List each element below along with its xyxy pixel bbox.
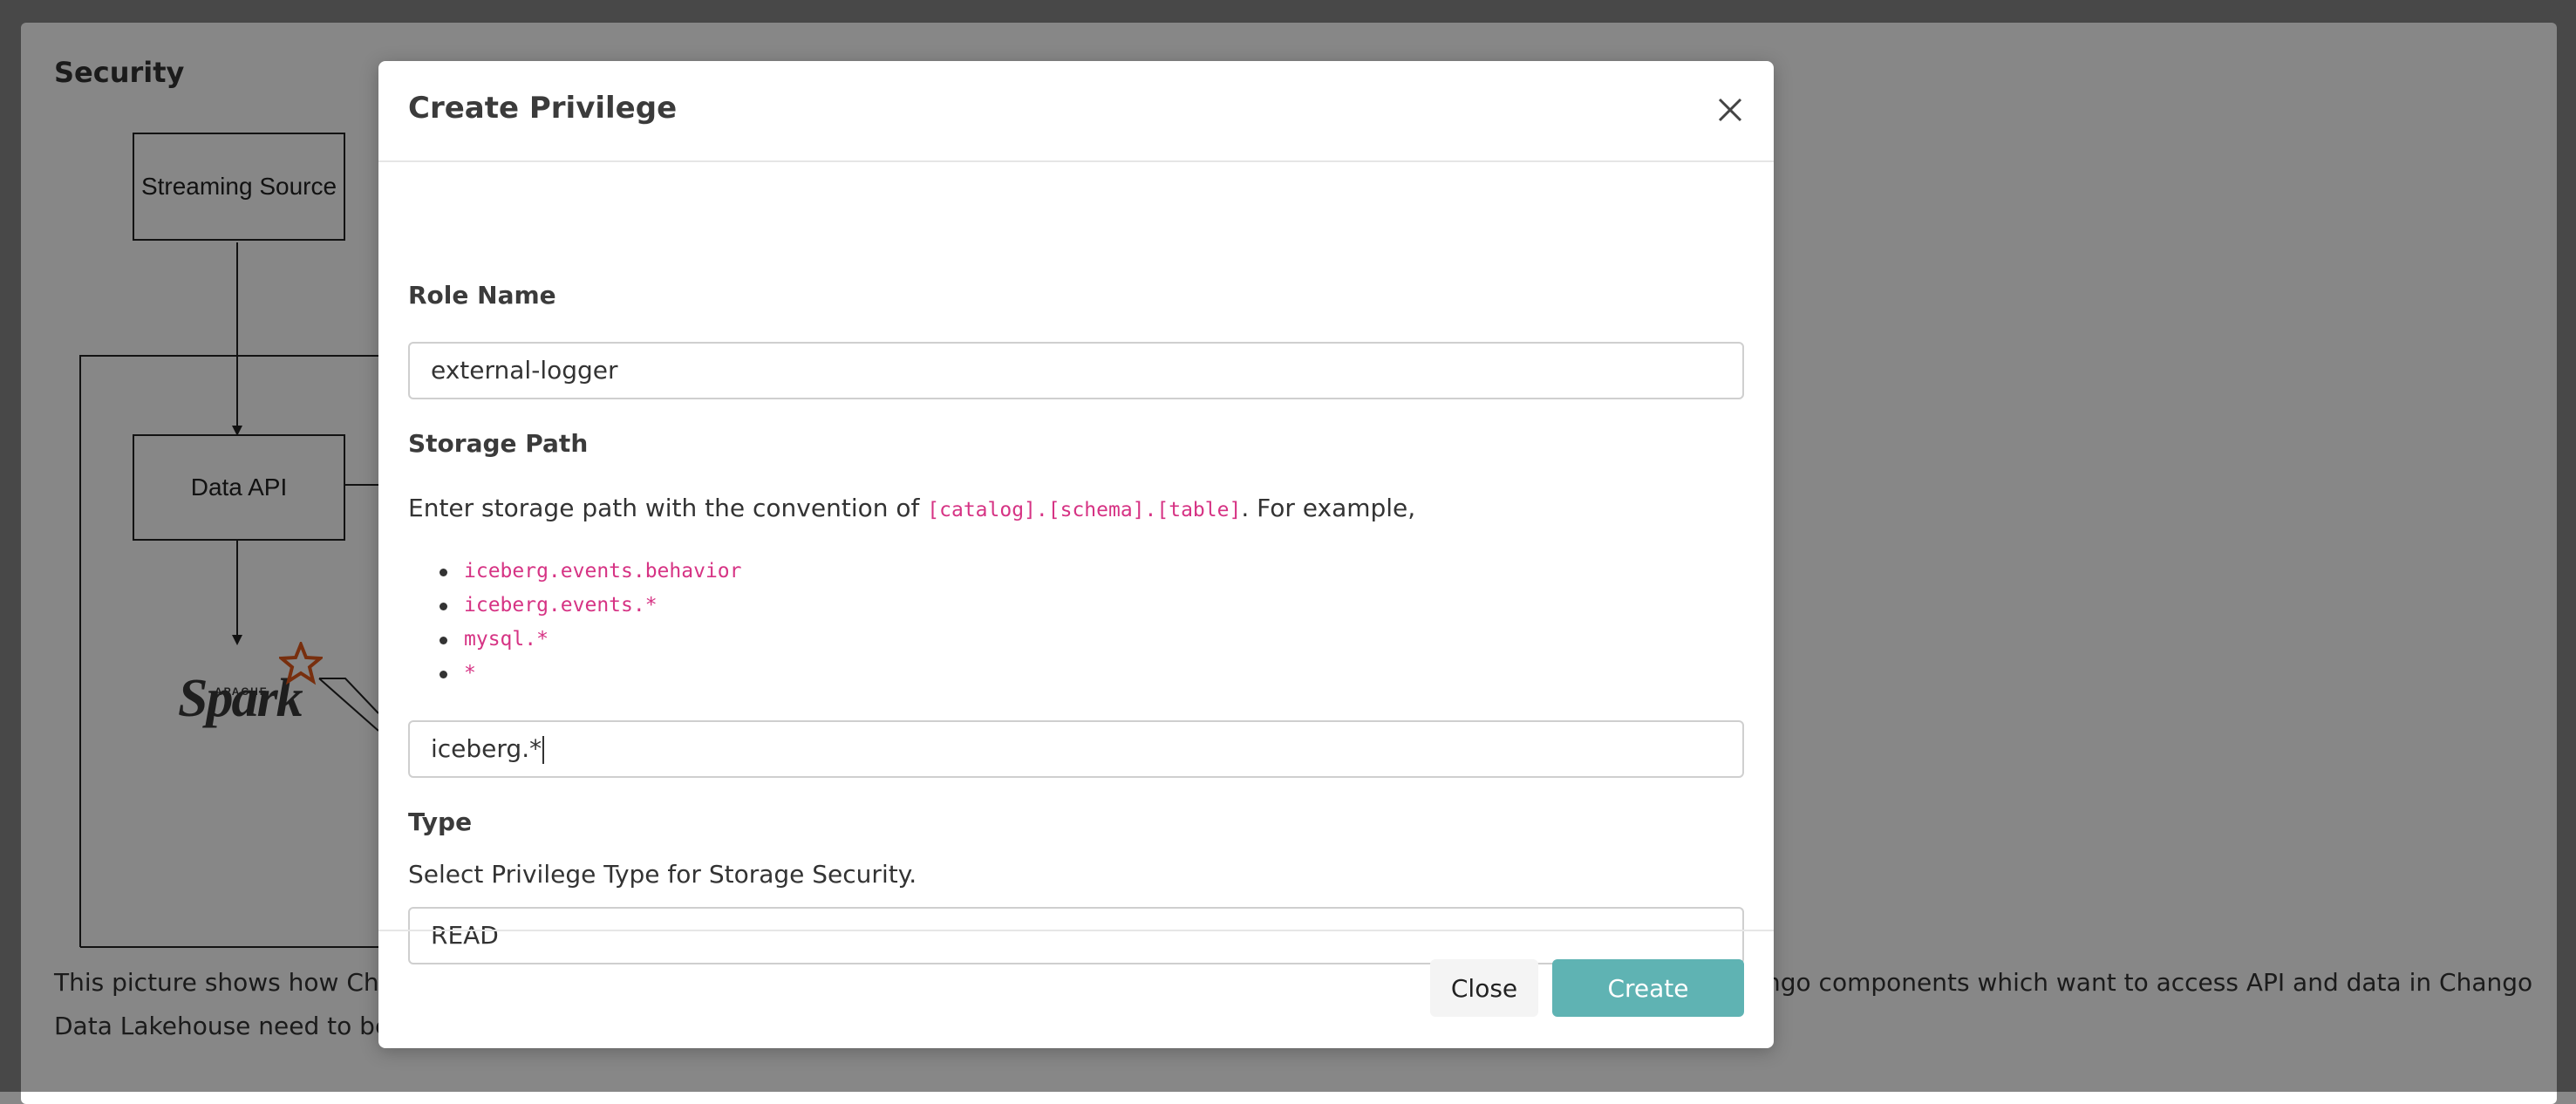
create-privilege-modal: Create Privilege Role Name external-logg…	[378, 61, 1774, 1048]
example-code: iceberg.events.*	[464, 594, 658, 617]
modal-title: Create Privilege	[408, 91, 678, 126]
example-code: mysql.*	[464, 628, 549, 651]
storage-path-examples: iceberg.events.behavior iceberg.events.*…	[440, 555, 742, 691]
example-item: mysql.*	[440, 623, 742, 657]
example-item: *	[440, 657, 742, 691]
storage-path-field[interactable]: iceberg.*	[408, 720, 1744, 778]
role-name-field[interactable]: external-logger	[408, 342, 1744, 399]
close-button[interactable]: Close	[1430, 959, 1538, 1017]
example-item: iceberg.events.*	[440, 589, 742, 623]
close-icon[interactable]	[1713, 92, 1748, 127]
storage-path-value: iceberg.*	[431, 734, 542, 763]
storage-path-convention-code: [catalog].[schema].[table]	[927, 499, 1242, 521]
type-help: Select Privilege Type for Storage Securi…	[408, 860, 917, 889]
role-name-label: Role Name	[408, 281, 556, 310]
modal-footer: Close Create	[378, 930, 1774, 1048]
role-name-value[interactable]: external-logger	[410, 344, 1742, 398]
storage-path-input[interactable]: iceberg.*	[410, 722, 1742, 776]
example-item: iceberg.events.behavior	[440, 555, 742, 589]
text-caret	[542, 736, 545, 764]
create-button[interactable]: Create	[1552, 959, 1744, 1017]
storage-path-help: Enter storage path with the convention o…	[408, 494, 1415, 522]
storage-path-help-suffix: . For example,	[1241, 494, 1416, 522]
example-code: *	[464, 662, 476, 685]
type-label: Type	[408, 808, 473, 836]
storage-path-help-prefix: Enter storage path with the convention o…	[408, 494, 928, 522]
example-code: iceberg.events.behavior	[464, 560, 742, 583]
storage-path-label: Storage Path	[408, 429, 589, 458]
modal-header: Create Privilege	[378, 61, 1774, 162]
